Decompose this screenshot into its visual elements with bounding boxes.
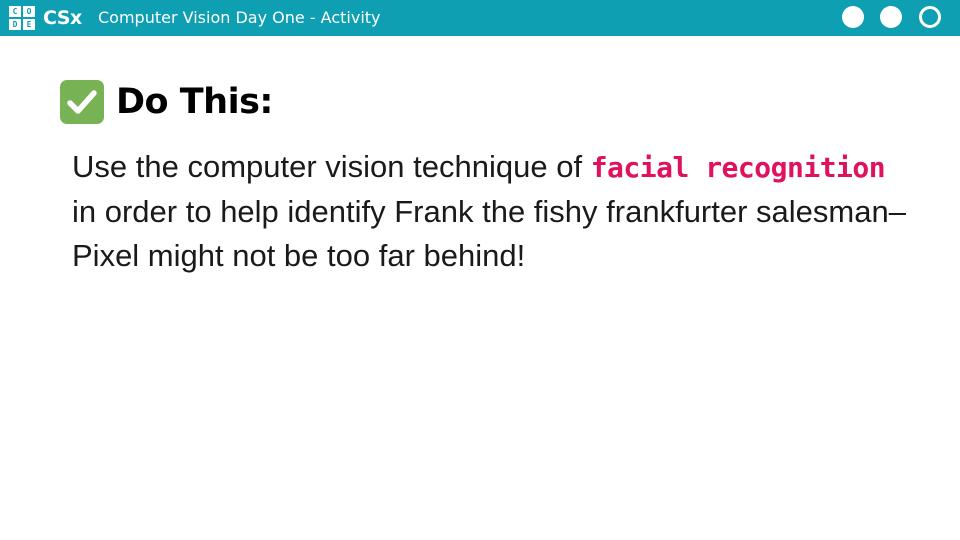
logo-letter: D	[9, 19, 21, 30]
highlighted-term: facial recognition	[590, 151, 886, 184]
logo-letter: C	[9, 6, 21, 17]
circle-outline-icon	[919, 6, 941, 28]
slide-heading: Do This:	[60, 80, 273, 124]
brand-name: CSx	[43, 7, 82, 29]
instruction-text-start: Use the computer vision technique of	[72, 149, 591, 184]
top-bar: C O D E CSx Computer Vision Day One - Ac…	[0, 0, 960, 36]
instruction-text: Use the computer vision technique of fac…	[72, 145, 907, 278]
instruction-text-end: in order to help identify Frank the fish…	[72, 194, 906, 273]
heading-text: Do This:	[116, 82, 273, 122]
logo-letter: O	[23, 6, 35, 17]
check-mark-icon	[60, 80, 104, 124]
code-logo: C O D E	[9, 6, 35, 30]
circle-filled-icon	[842, 6, 864, 28]
logo-letter: E	[23, 19, 35, 30]
circle-filled-icon	[880, 6, 902, 28]
deck-title: Computer Vision Day One - Activity	[98, 8, 381, 27]
